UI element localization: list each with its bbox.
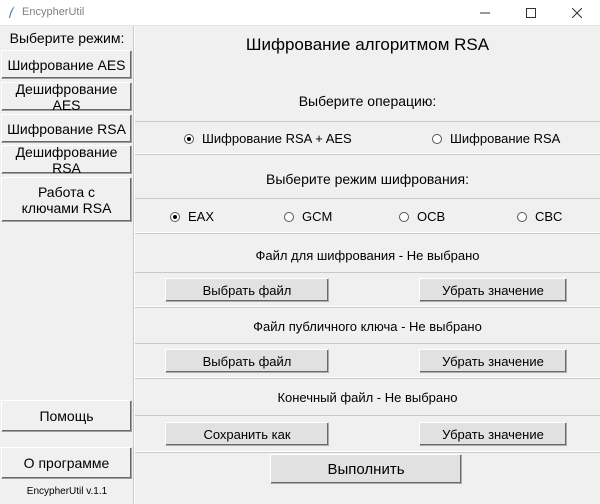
sidebar-item-aes-decrypt[interactable]: Дешифрование AES <box>1 81 132 113</box>
radio-rsa-only[interactable]: Шифрование RSA <box>432 131 560 146</box>
radio-unselected-icon <box>517 211 527 222</box>
title-bar: EncypherUtil <box>0 0 600 26</box>
version-label: EncypherUtil v.1.1 <box>26 486 108 497</box>
maximize-button[interactable] <box>508 0 554 26</box>
close-icon <box>572 8 582 18</box>
sidebar-item-aes-encrypt[interactable]: Шифрование AES <box>1 50 132 79</box>
radio-label: GCM <box>302 209 333 224</box>
sidebar-item-rsa-decrypt[interactable]: Дешифрование RSA <box>1 144 132 176</box>
clear-input-file-button[interactable]: Убрать значение <box>419 278 567 302</box>
sidebar-title: Выберите режим: <box>9 30 125 46</box>
radio-selected-icon <box>170 211 180 222</box>
input-file-status: Файл для шифрования - Не выбрано <box>255 248 480 263</box>
radio-label: Шифрование RSA <box>450 131 561 146</box>
mode-prompt: Выберите режим шифрования: <box>266 171 469 187</box>
radio-mode-gcm[interactable]: GCM <box>284 209 332 224</box>
radio-unselected-icon <box>399 211 409 222</box>
radio-label: EAX <box>188 209 215 224</box>
clear-public-key-button[interactable]: Убрать значение <box>419 349 567 373</box>
about-button[interactable]: О программе <box>1 447 132 479</box>
save-as-button[interactable]: Сохранить как <box>165 422 329 446</box>
radio-label: CBC <box>535 209 563 224</box>
radio-mode-cbc[interactable]: CBC <box>517 209 562 224</box>
choose-input-file-button[interactable]: Выбрать файл <box>165 278 329 302</box>
radio-unselected-icon <box>432 133 442 144</box>
window-title: EncypherUtil <box>22 6 85 18</box>
minimize-button[interactable] <box>462 0 508 26</box>
minimize-icon <box>480 12 490 14</box>
operation-prompt: Выберите операцию: <box>298 93 437 109</box>
maximize-icon <box>526 8 536 18</box>
main-panel: Шифрование алгоритмом RSA Выберите опера… <box>135 26 600 504</box>
close-button[interactable] <box>554 0 600 26</box>
radio-label: Шифрование RSA + AES <box>202 131 352 146</box>
radio-rsa-aes[interactable]: Шифрование RSA + AES <box>184 131 352 146</box>
page-title: Шифрование алгоритмом RSA <box>245 35 490 54</box>
radio-unselected-icon <box>284 211 294 222</box>
sidebar: Выберите режим: Шифрование AES Дешифрова… <box>0 26 134 504</box>
radio-label: OCB <box>417 209 446 224</box>
run-button[interactable]: Выполнить <box>270 454 462 484</box>
sidebar-item-rsa-encrypt[interactable]: Шифрование RSA <box>1 114 132 143</box>
help-button[interactable]: Помощь <box>1 400 132 432</box>
radio-selected-icon <box>184 133 194 144</box>
feather-icon <box>9 6 15 18</box>
radio-mode-ocb[interactable]: OCB <box>399 209 445 224</box>
sidebar-item-rsa-keys[interactable]: Работа с ключами RSA <box>1 177 132 222</box>
choose-public-key-button[interactable]: Выбрать файл <box>165 349 329 373</box>
public-key-status: Файл публичного ключа - Не выбрано <box>253 319 482 334</box>
output-file-status: Конечный файл - Не выбрано <box>277 390 458 405</box>
radio-mode-eax[interactable]: EAX <box>170 209 214 224</box>
clear-output-file-button[interactable]: Убрать значение <box>419 422 567 446</box>
